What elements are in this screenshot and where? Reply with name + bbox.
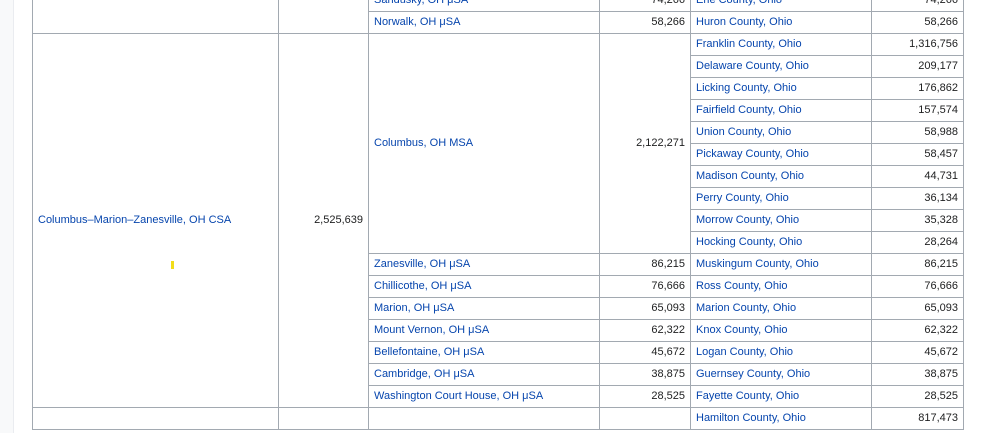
msa-link[interactable]: Columbus, OH MSA xyxy=(368,33,600,254)
county-link[interactable]: Fayette County, Ohio xyxy=(690,385,872,408)
msa-cell xyxy=(368,407,600,430)
csa-population: 2,525,639 xyxy=(278,33,369,408)
msa-link[interactable]: Bellefontaine, OH μSA xyxy=(368,341,600,364)
msa-pop: 45,672 xyxy=(599,341,691,364)
county-link[interactable]: Licking County, Ohio xyxy=(690,77,872,100)
county-pop: 65,093 xyxy=(871,297,964,320)
msa-link[interactable]: Sandusky, OH μSA xyxy=(368,0,600,12)
msa-pop-cell xyxy=(599,407,691,430)
msa-pop: 74,266 xyxy=(599,0,691,12)
text-cursor-marker xyxy=(171,261,174,269)
left-sidebar-edge xyxy=(0,0,14,433)
county-link[interactable]: Morrow County, Ohio xyxy=(690,209,872,232)
county-link[interactable]: Logan County, Ohio xyxy=(690,341,872,364)
county-pop: 157,574 xyxy=(871,99,964,122)
county-pop: 35,328 xyxy=(871,209,964,232)
county-link[interactable]: Pickaway County, Ohio xyxy=(690,143,872,166)
county-link[interactable]: Marion County, Ohio xyxy=(690,297,872,320)
county-link[interactable]: Muskingum County, Ohio xyxy=(690,253,872,276)
county-link[interactable]: Ross County, Ohio xyxy=(690,275,872,298)
msa-pop: 38,875 xyxy=(599,363,691,386)
county-link[interactable]: Union County, Ohio xyxy=(690,121,872,144)
county-link[interactable]: Hamilton County, Ohio xyxy=(690,407,872,430)
csa-pop-cell xyxy=(278,407,369,430)
msa-pop: 2,122,271 xyxy=(599,33,691,254)
county-pop: 28,264 xyxy=(871,231,964,254)
county-pop: 45,672 xyxy=(871,341,964,364)
county-link[interactable]: Huron County, Ohio xyxy=(690,11,872,34)
county-link[interactable]: Guernsey County, Ohio xyxy=(690,363,872,386)
county-pop: 86,215 xyxy=(871,253,964,276)
msa-pop: 28,525 xyxy=(599,385,691,408)
msa-link[interactable]: Norwalk, OH μSA xyxy=(368,11,600,34)
county-pop: 58,457 xyxy=(871,143,964,166)
county-pop: 62,322 xyxy=(871,319,964,342)
msa-link[interactable]: Cambridge, OH μSA xyxy=(368,363,600,386)
table-row: Columbus–Marion–Zanesville, OH CSA 2,525… xyxy=(32,33,964,408)
msa-link[interactable]: Zanesville, OH μSA xyxy=(368,253,600,276)
csa-cell xyxy=(32,407,279,430)
msa-link[interactable]: Chillicothe, OH μSA xyxy=(368,275,600,298)
csa-cell xyxy=(32,0,279,34)
msa-pop: 58,266 xyxy=(599,11,691,34)
county-pop: 817,473 xyxy=(871,407,964,430)
county-pop: 58,988 xyxy=(871,121,964,144)
county-pop: 28,525 xyxy=(871,385,964,408)
msa-pop: 76,666 xyxy=(599,275,691,298)
msa-link[interactable]: Washington Court House, OH μSA xyxy=(368,385,600,408)
county-link[interactable]: Delaware County, Ohio xyxy=(690,55,872,78)
table-row: Hamilton County, Ohio 817,473 xyxy=(32,407,964,430)
county-pop: 76,666 xyxy=(871,275,964,298)
county-pop: 44,731 xyxy=(871,165,964,188)
csa-name-link[interactable]: Columbus–Marion–Zanesville, OH CSA xyxy=(32,33,279,408)
county-pop: 38,875 xyxy=(871,363,964,386)
county-pop: 209,177 xyxy=(871,55,964,78)
table-row: Sandusky, OH μSA 74,266 Erie County, Ohi… xyxy=(32,0,964,34)
county-pop: 36,134 xyxy=(871,187,964,210)
county-pop: 176,862 xyxy=(871,77,964,100)
county-link[interactable]: Franklin County, Ohio xyxy=(690,33,872,56)
msa-link[interactable]: Marion, OH μSA xyxy=(368,297,600,320)
county-link[interactable]: Fairfield County, Ohio xyxy=(690,99,872,122)
county-link[interactable]: Madison County, Ohio xyxy=(690,165,872,188)
msa-link[interactable]: Mount Vernon, OH μSA xyxy=(368,319,600,342)
msa-pop: 86,215 xyxy=(599,253,691,276)
county-link[interactable]: Knox County, Ohio xyxy=(690,319,872,342)
msa-pop: 62,322 xyxy=(599,319,691,342)
metro-areas-table: Sandusky, OH μSA 74,266 Erie County, Ohi… xyxy=(32,0,964,430)
csa-pop-cell xyxy=(278,0,369,34)
county-pop: 74,266 xyxy=(871,0,964,12)
county-pop: 1,316,756 xyxy=(871,33,964,56)
county-link[interactable]: Erie County, Ohio xyxy=(690,0,872,12)
msa-pop: 65,093 xyxy=(599,297,691,320)
county-pop: 58,266 xyxy=(871,11,964,34)
county-link[interactable]: Hocking County, Ohio xyxy=(690,231,872,254)
county-link[interactable]: Perry County, Ohio xyxy=(690,187,872,210)
